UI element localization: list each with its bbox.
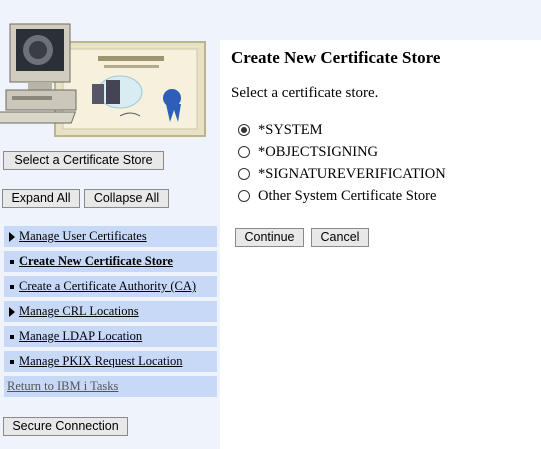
radio-button[interactable] <box>238 168 250 180</box>
radio-button[interactable] <box>238 124 250 136</box>
nav-label[interactable]: Create a Certificate Authority (CA) <box>19 279 196 294</box>
expand-triangle-icon <box>9 301 19 322</box>
nav-manage-ldap-location[interactable]: Manage LDAP Location <box>4 326 217 347</box>
option-label[interactable]: *SIGNATUREVERIFICATION <box>258 166 446 183</box>
bullet-square-icon <box>9 251 19 272</box>
nav-manage-pkix-request-location[interactable]: Manage PKIX Request Location <box>4 351 217 372</box>
nav-label[interactable]: Create New Certificate Store <box>19 254 173 269</box>
expand-all-button[interactable]: Expand All <box>2 189 80 208</box>
select-certificate-store-button[interactable]: Select a Certificate Store <box>3 151 164 170</box>
bullet-square-icon <box>9 326 19 347</box>
nav-return-to-ibm-i-tasks[interactable]: Return to IBM i Tasks <box>4 376 217 397</box>
nav-label[interactable]: Manage PKIX Request Location <box>19 354 183 369</box>
nav-manage-user-certificates[interactable]: Manage User Certificates <box>4 226 217 247</box>
radio-button[interactable] <box>238 190 250 202</box>
certificate-illustration <box>0 14 210 139</box>
cancel-button[interactable]: Cancel <box>311 228 369 247</box>
secure-connection-button[interactable]: Secure Connection <box>3 417 128 436</box>
option-label[interactable]: *OBJECTSIGNING <box>258 144 378 161</box>
radio-button[interactable] <box>238 146 250 158</box>
nav-create-new-certificate-store[interactable]: Create New Certificate Store <box>4 251 217 272</box>
option-label[interactable]: *SYSTEM <box>258 122 322 139</box>
continue-button[interactable]: Continue <box>235 228 304 247</box>
nav-label[interactable]: Manage User Certificates <box>19 229 147 244</box>
store-option-other[interactable]: Other System Certificate Store <box>238 187 436 205</box>
expand-triangle-icon <box>9 226 19 247</box>
store-option-objectsigning[interactable]: *OBJECTSIGNING <box>238 143 378 161</box>
nav-label[interactable]: Return to IBM i Tasks <box>7 379 118 394</box>
nav-manage-crl-locations[interactable]: Manage CRL Locations <box>4 301 217 322</box>
top-band <box>220 0 541 40</box>
store-option-system[interactable]: *SYSTEM <box>238 121 322 139</box>
option-label[interactable]: Other System Certificate Store <box>258 188 436 205</box>
prompt-text: Select a certificate store. <box>231 85 379 101</box>
store-option-signatureverification[interactable]: *SIGNATUREVERIFICATION <box>238 165 446 183</box>
bullet-square-icon <box>9 276 19 297</box>
sidebar: Select a Certificate Store Expand All Co… <box>0 0 220 449</box>
nav-label[interactable]: Manage LDAP Location <box>19 329 142 344</box>
collapse-all-button[interactable]: Collapse All <box>84 189 169 208</box>
nav-label[interactable]: Manage CRL Locations <box>19 304 139 319</box>
page-title: Create New Certificate Store <box>231 48 441 67</box>
nav-create-certificate-authority[interactable]: Create a Certificate Authority (CA) <box>4 276 217 297</box>
bullet-square-icon <box>9 351 19 372</box>
